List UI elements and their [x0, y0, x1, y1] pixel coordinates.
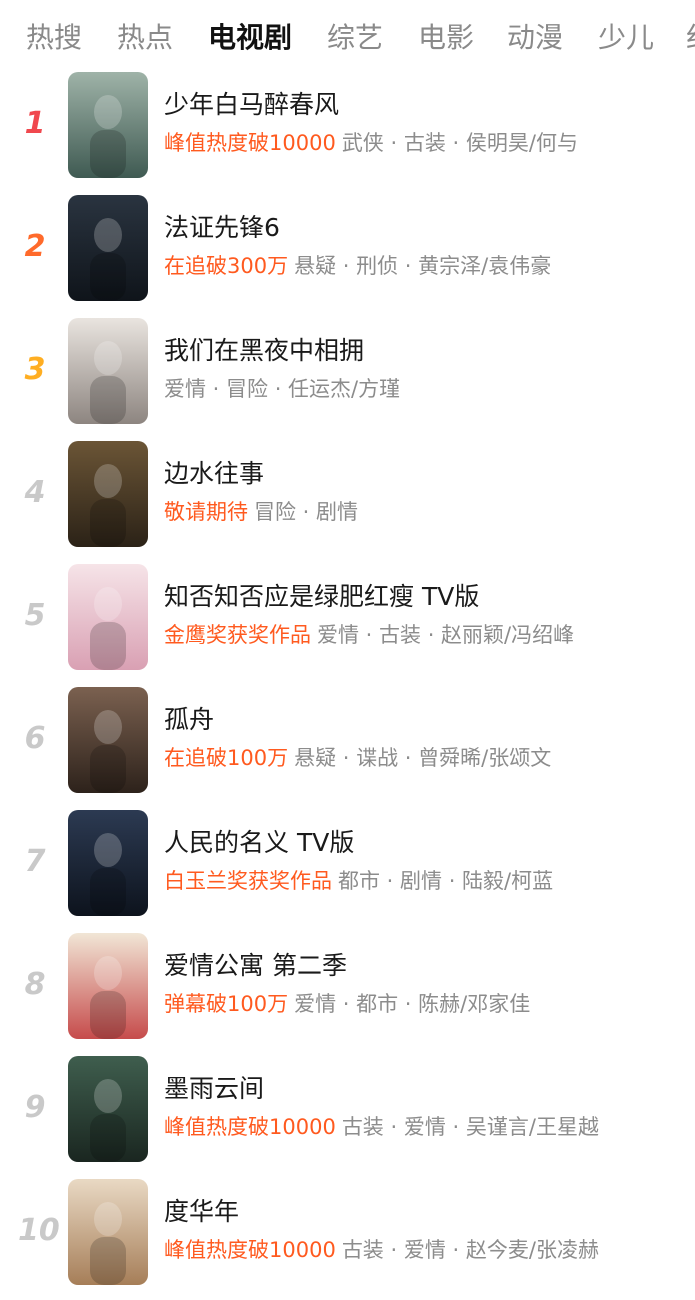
- show-meta: 峰值热度破10000 古装 · 爱情 · 吴谨言/王星越: [164, 1112, 599, 1142]
- show-title: 人民的名义 TV版: [164, 828, 355, 857]
- tab-anime[interactable]: 动漫: [507, 18, 563, 58]
- tab-variety[interactable]: 综艺: [327, 18, 383, 58]
- highlight-badge: 金鹰奖获奖作品: [164, 623, 311, 647]
- ranking-item[interactable]: 6 孤舟 在追破100万 悬疑 · 谍战 · 曾舜晞/张颂文: [0, 685, 695, 808]
- poster-image: [68, 933, 148, 1039]
- ranking-item[interactable]: 5 知否知否应是绿肥红瘦 TV版 金鹰奖获奖作品 爱情 · 古装 · 赵丽颖/冯绍…: [0, 562, 695, 685]
- show-title: 法证先锋6: [164, 213, 280, 242]
- rank-number: 4: [24, 475, 46, 510]
- poster-image: [68, 318, 148, 424]
- show-meta: 在追破100万 悬疑 · 谍战 · 曾舜晞/张颂文: [164, 743, 551, 773]
- tab-hot-search[interactable]: 热搜: [26, 18, 82, 58]
- ranking-item[interactable]: 7 人民的名义 TV版 白玉兰奖获奖作品 都市 · 剧情 · 陆毅/柯蓝: [0, 808, 695, 931]
- rank-number: 5: [24, 598, 46, 633]
- tab-kids[interactable]: 少儿: [598, 18, 654, 58]
- poster-image: [68, 441, 148, 547]
- poster-art: [68, 195, 148, 301]
- show-meta: 爱情 · 冒险 · 任运杰/方瑾: [164, 374, 400, 404]
- highlight-badge: 弹幕破100万: [164, 992, 289, 1016]
- genre-cast: 爱情 · 都市 · 陈赫/邓家佳: [294, 992, 531, 1016]
- show-meta: 峰值热度破10000 古装 · 爱情 · 赵今麦/张凌赫: [164, 1235, 599, 1265]
- poster-image: [68, 687, 148, 793]
- show-title: 墨雨云间: [164, 1074, 265, 1103]
- highlight-badge: 在追破100万: [164, 746, 289, 770]
- ranking-item[interactable]: 8 爱情公寓 第二季 弹幕破100万 爱情 · 都市 · 陈赫/邓家佳: [0, 931, 695, 1054]
- rank-number: 7: [24, 844, 46, 879]
- genre-cast: 古装 · 爱情 · 吴谨言/王星越: [341, 1115, 599, 1139]
- rank-number: 10: [18, 1213, 60, 1248]
- poster-art: [68, 687, 148, 793]
- highlight-badge: 在追破300万: [164, 254, 289, 278]
- show-title: 孤舟: [164, 705, 215, 734]
- ranking-item[interactable]: 10 度华年 峰值热度破10000 古装 · 爱情 · 赵今麦/张凌赫: [0, 1177, 695, 1300]
- show-meta: 弹幕破100万 爱情 · 都市 · 陈赫/邓家佳: [164, 989, 530, 1019]
- show-meta: 峰值热度破10000 武侠 · 古装 · 侯明昊/何与: [164, 128, 578, 158]
- ranking-item[interactable]: 1 少年白马醉春风 峰值热度破10000 武侠 · 古装 · 侯明昊/何与: [0, 70, 695, 193]
- rank-number: 3: [24, 352, 46, 387]
- show-meta: 敬请期待 冒险 · 剧情: [164, 497, 358, 527]
- genre-cast: 武侠 · 古装 · 侯明昊/何与: [341, 131, 578, 155]
- ranking-list: 1 少年白马醉春风 峰值热度破10000 武侠 · 古装 · 侯明昊/何与 2 法…: [0, 70, 695, 1300]
- category-tab-bar: 热搜 热点 电视剧 综艺 电影 动漫 少儿 纪: [0, 0, 695, 72]
- poster-art: [68, 933, 148, 1039]
- show-title: 少年白马醉春风: [164, 90, 340, 119]
- genre-cast: 爱情 · 冒险 · 任运杰/方瑾: [164, 377, 401, 401]
- rank-number: 6: [24, 721, 46, 756]
- poster-art: [68, 1056, 148, 1162]
- show-meta: 金鹰奖获奖作品 爱情 · 古装 · 赵丽颖/冯绍峰: [164, 620, 574, 650]
- ranking-item[interactable]: 9 墨雨云间 峰值热度破10000 古装 · 爱情 · 吴谨言/王星越: [0, 1054, 695, 1177]
- poster-image: [68, 1179, 148, 1285]
- show-title: 边水往事: [164, 459, 265, 488]
- poster-art: [68, 318, 148, 424]
- show-meta: 在追破300万 悬疑 · 刑侦 · 黄宗泽/袁伟豪: [164, 251, 551, 281]
- show-title: 我们在黑夜中相拥: [164, 336, 365, 365]
- show-title: 度华年: [164, 1197, 240, 1226]
- highlight-badge: 峰值热度破10000: [164, 1115, 336, 1139]
- genre-cast: 都市 · 剧情 · 陆毅/柯蓝: [338, 869, 554, 893]
- tab-hot-topics[interactable]: 热点: [117, 18, 173, 58]
- ranking-item[interactable]: 3 我们在黑夜中相拥 爱情 · 冒险 · 任运杰/方瑾: [0, 316, 695, 439]
- show-meta: 白玉兰奖获奖作品 都市 · 剧情 · 陆毅/柯蓝: [164, 866, 553, 896]
- rank-number: 1: [24, 106, 46, 141]
- rank-number: 8: [24, 967, 46, 1002]
- genre-cast: 爱情 · 古装 · 赵丽颖/冯绍峰: [317, 623, 575, 647]
- poster-art: [68, 72, 148, 178]
- rank-number: 2: [24, 229, 46, 264]
- poster-art: [68, 441, 148, 547]
- tab-documentary[interactable]: 纪: [686, 18, 695, 58]
- poster-image: [68, 810, 148, 916]
- show-title: 知否知否应是绿肥红瘦 TV版: [164, 582, 480, 611]
- poster-image: [68, 195, 148, 301]
- highlight-badge: 峰值热度破10000: [164, 131, 336, 155]
- poster-art: [68, 564, 148, 670]
- show-title: 爱情公寓 第二季: [164, 951, 347, 980]
- poster-image: [68, 564, 148, 670]
- genre-cast: 冒险 · 剧情: [254, 500, 359, 524]
- highlight-badge: 敬请期待: [164, 500, 248, 524]
- genre-cast: 古装 · 爱情 · 赵今麦/张凌赫: [341, 1238, 599, 1262]
- rank-number: 9: [24, 1090, 46, 1125]
- poster-art: [68, 1179, 148, 1285]
- poster-image: [68, 72, 148, 178]
- genre-cast: 悬疑 · 刑侦 · 黄宗泽/袁伟豪: [294, 254, 552, 278]
- tab-movies[interactable]: 电影: [418, 18, 474, 58]
- genre-cast: 悬疑 · 谍战 · 曾舜晞/张颂文: [294, 746, 552, 770]
- poster-image: [68, 1056, 148, 1162]
- tab-tv-series[interactable]: 电视剧: [208, 18, 292, 58]
- poster-art: [68, 810, 148, 916]
- ranking-item[interactable]: 4 边水往事 敬请期待 冒险 · 剧情: [0, 439, 695, 562]
- highlight-badge: 白玉兰奖获奖作品: [164, 869, 332, 893]
- ranking-item[interactable]: 2 法证先锋6 在追破300万 悬疑 · 刑侦 · 黄宗泽/袁伟豪: [0, 193, 695, 316]
- highlight-badge: 峰值热度破10000: [164, 1238, 336, 1262]
